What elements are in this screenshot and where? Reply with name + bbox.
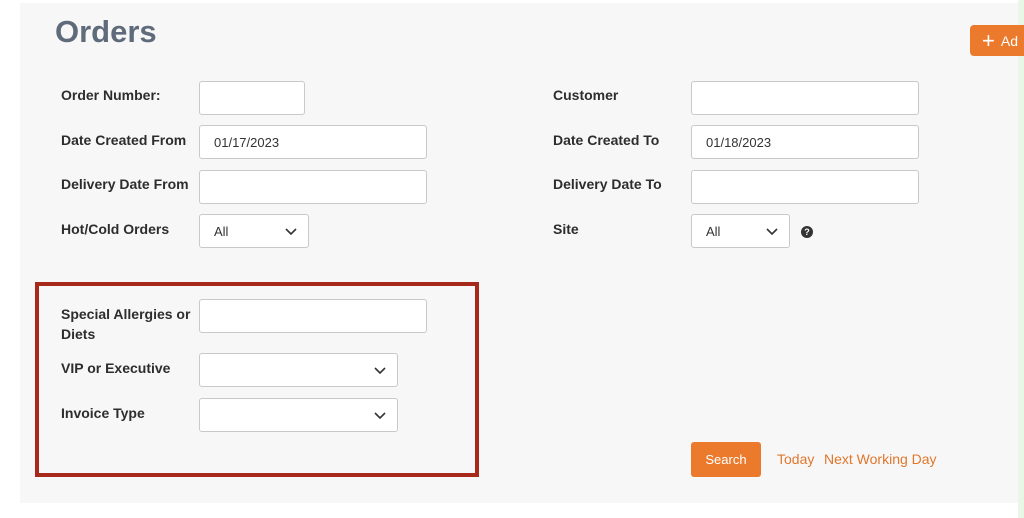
site-label: Site bbox=[553, 221, 579, 237]
help-icon[interactable]: ? bbox=[801, 226, 813, 238]
site-select[interactable]: All bbox=[691, 214, 790, 248]
vip-executive-select[interactable] bbox=[199, 353, 398, 387]
add-button-label: Ad bbox=[1000, 32, 1018, 49]
special-allergies-label: Special Allergies or Diets bbox=[61, 306, 191, 342]
chevron-down-icon bbox=[373, 408, 387, 422]
hot-cold-orders-select[interactable]: All bbox=[199, 214, 309, 248]
date-created-to-label: Date Created To bbox=[553, 132, 660, 148]
special-allergies-input[interactable] bbox=[199, 299, 427, 333]
page-title: Orders bbox=[55, 14, 157, 49]
add-order-button[interactable]: + Ad bbox=[970, 25, 1024, 56]
vip-executive-label: VIP or Executive bbox=[61, 360, 171, 376]
delivery-date-to-input[interactable] bbox=[691, 170, 919, 204]
hot-cold-orders-label: Hot/Cold Orders bbox=[61, 221, 170, 237]
right-edge-strip bbox=[1018, 0, 1024, 518]
today-link[interactable]: Today bbox=[777, 451, 814, 467]
delivery-date-from-label: Delivery Date From bbox=[61, 176, 189, 192]
delivery-date-from-input[interactable] bbox=[199, 170, 427, 204]
order-number-label: Order Number: bbox=[61, 87, 161, 103]
order-number-input[interactable] bbox=[199, 81, 305, 115]
customer-input[interactable] bbox=[691, 81, 919, 115]
plus-icon: + bbox=[982, 27, 995, 53]
invoice-type-select[interactable] bbox=[199, 398, 398, 432]
chevron-down-icon bbox=[284, 224, 298, 238]
next-working-day-link[interactable]: Next Working Day bbox=[824, 451, 937, 467]
customer-label: Customer bbox=[553, 87, 619, 103]
date-created-from-input[interactable]: 01/17/2023 bbox=[199, 125, 427, 159]
hot-cold-orders-value: All bbox=[214, 223, 229, 239]
invoice-type-label: Invoice Type bbox=[61, 405, 145, 421]
delivery-date-to-label: Delivery Date To bbox=[553, 176, 662, 192]
date-created-from-label: Date Created From bbox=[61, 132, 187, 148]
search-button[interactable]: Search bbox=[691, 442, 761, 477]
chevron-down-icon bbox=[373, 363, 387, 377]
date-created-to-input[interactable]: 01/18/2023 bbox=[691, 125, 919, 159]
chevron-down-icon bbox=[765, 224, 779, 238]
site-value: All bbox=[706, 223, 721, 239]
